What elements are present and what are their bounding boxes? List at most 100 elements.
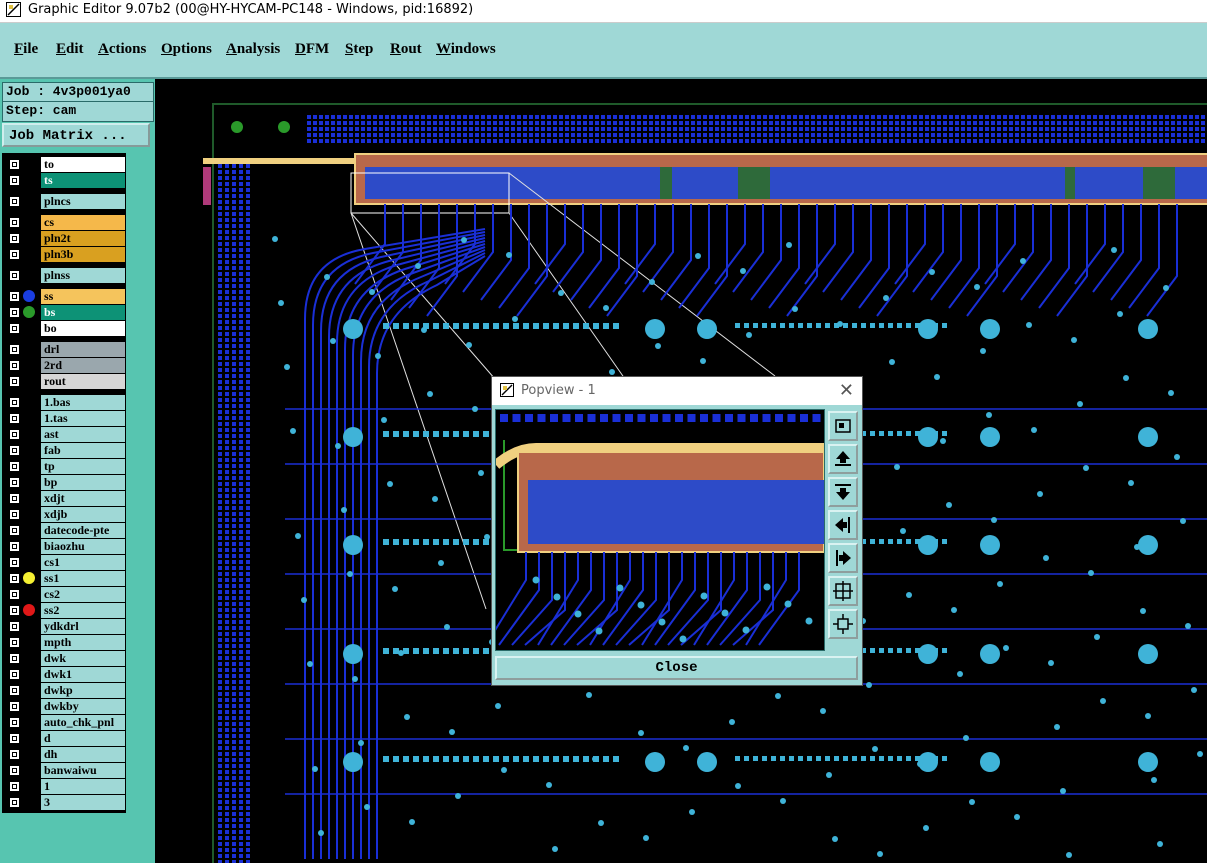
layer-checkbox[interactable] (9, 653, 20, 664)
layer-checkbox[interactable] (9, 557, 20, 568)
layer-name[interactable]: cs2 (41, 587, 125, 602)
layer-name[interactable]: tp (41, 459, 125, 474)
layer-checkbox[interactable] (9, 159, 20, 170)
layer-row[interactable]: ts (5, 173, 125, 188)
layer-row[interactable]: drl (5, 342, 125, 357)
layer-name[interactable]: ts (41, 173, 125, 188)
layer-row[interactable]: dwkby (5, 699, 125, 714)
layer-name[interactable]: bs (41, 305, 125, 320)
layer-name[interactable]: 1.bas (41, 395, 125, 410)
layer-name[interactable]: dwk1 (41, 667, 125, 682)
layer-name[interactable]: mpth (41, 635, 125, 650)
close-icon[interactable]: ✕ (839, 380, 854, 401)
layer-checkbox[interactable] (9, 637, 20, 648)
layer-checkbox[interactable] (9, 344, 20, 355)
layer-row[interactable]: to (5, 157, 125, 172)
layer-name[interactable]: d (41, 731, 125, 746)
layer-row[interactable]: 2rd (5, 358, 125, 373)
layer-row[interactable]: 1.tas (5, 411, 125, 426)
layer-checkbox[interactable] (9, 797, 20, 808)
layer-name[interactable]: bp (41, 475, 125, 490)
layer-row[interactable]: tp (5, 459, 125, 474)
menu-dfm[interactable]: DFM (295, 41, 329, 58)
layer-row[interactable]: 1.bas (5, 395, 125, 410)
layer-checkbox[interactable] (9, 445, 20, 456)
layer-row[interactable]: cs1 (5, 555, 125, 570)
layer-row[interactable]: bs (5, 305, 125, 320)
layer-checkbox[interactable] (9, 461, 20, 472)
layer-row[interactable]: pln3b (5, 247, 125, 262)
layer-row[interactable]: ss1 (5, 571, 125, 586)
layer-checkbox[interactable] (9, 541, 20, 552)
menu-analysis[interactable]: Analysis (226, 41, 280, 58)
layer-name[interactable]: rout (41, 374, 125, 389)
popview-zoom-area[interactable] (495, 409, 825, 651)
layer-row[interactable]: ss2 (5, 603, 125, 618)
layer-row[interactable]: rout (5, 374, 125, 389)
layer-name[interactable]: plnss (41, 268, 125, 283)
layer-row[interactable]: 3 (5, 795, 125, 810)
layer-checkbox[interactable] (9, 270, 20, 281)
layer-row[interactable]: banwaiwu (5, 763, 125, 778)
layer-name[interactable]: cs (41, 215, 125, 230)
layer-name[interactable]: pln3b (41, 247, 125, 262)
zoom-home-button[interactable] (828, 411, 858, 441)
menu-step[interactable]: Step (345, 41, 373, 58)
layer-checkbox[interactable] (9, 573, 20, 584)
layer-name[interactable]: drl (41, 342, 125, 357)
layer-row[interactable]: ydkdrl (5, 619, 125, 634)
layer-row[interactable]: mpth (5, 635, 125, 650)
layer-row[interactable]: plncs (5, 194, 125, 209)
layer-checkbox[interactable] (9, 669, 20, 680)
layer-name[interactable]: ss1 (41, 571, 125, 586)
layer-name[interactable]: plncs (41, 194, 125, 209)
layer-checkbox[interactable] (9, 477, 20, 488)
pan-left-button[interactable] (828, 510, 858, 540)
pan-up-button[interactable] (828, 444, 858, 474)
layer-checkbox[interactable] (9, 717, 20, 728)
layer-name[interactable]: dh (41, 747, 125, 762)
layer-checkbox[interactable] (9, 781, 20, 792)
layer-name[interactable]: dwkby (41, 699, 125, 714)
layer-name[interactable]: biaozhu (41, 539, 125, 554)
menu-actions[interactable]: Actions (98, 41, 146, 58)
layer-name[interactable]: ss (41, 289, 125, 304)
layer-row[interactable]: xdjb (5, 507, 125, 522)
layer-checkbox[interactable] (9, 397, 20, 408)
menu-rout[interactable]: Rout (390, 41, 422, 58)
layer-row[interactable]: fab (5, 443, 125, 458)
layer-name[interactable]: banwaiwu (41, 763, 125, 778)
layer-name[interactable]: auto_chk_pnl (41, 715, 125, 730)
layer-row[interactable]: pln2t (5, 231, 125, 246)
layer-row[interactable]: dwk (5, 651, 125, 666)
layer-checkbox[interactable] (9, 605, 20, 616)
layer-checkbox[interactable] (9, 196, 20, 207)
layer-checkbox[interactable] (9, 291, 20, 302)
job-matrix-button[interactable]: Job Matrix ... (2, 123, 150, 147)
layer-row[interactable]: biaozhu (5, 539, 125, 554)
layer-name[interactable]: pln2t (41, 231, 125, 246)
layer-name[interactable]: 1.tas (41, 411, 125, 426)
pan-right-button[interactable] (828, 543, 858, 573)
layer-row[interactable]: dwkp (5, 683, 125, 698)
layer-name[interactable]: datecode-pte (41, 523, 125, 538)
layer-row[interactable]: cs (5, 215, 125, 230)
layer-checkbox[interactable] (9, 765, 20, 776)
layer-row[interactable]: dwk1 (5, 667, 125, 682)
menu-windows[interactable]: Windows (436, 41, 496, 58)
layer-name[interactable]: xdjb (41, 507, 125, 522)
layer-name[interactable]: bo (41, 321, 125, 336)
layer-checkbox[interactable] (9, 360, 20, 371)
layer-row[interactable]: ss (5, 289, 125, 304)
popview-close-button[interactable]: Close (495, 656, 858, 680)
layer-name[interactable]: 2rd (41, 358, 125, 373)
layer-checkbox[interactable] (9, 429, 20, 440)
layer-name[interactable]: ast (41, 427, 125, 442)
layer-checkbox[interactable] (9, 525, 20, 536)
layer-checkbox[interactable] (9, 413, 20, 424)
layer-checkbox[interactable] (9, 217, 20, 228)
layer-name[interactable]: fab (41, 443, 125, 458)
layer-row[interactable]: d (5, 731, 125, 746)
layer-name[interactable]: 1 (41, 779, 125, 794)
layer-checkbox[interactable] (9, 701, 20, 712)
